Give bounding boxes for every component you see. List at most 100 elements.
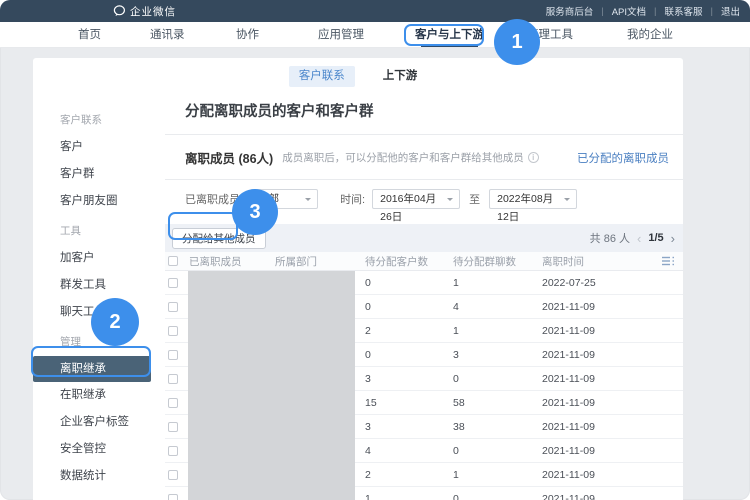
cell-pending-customers: 3 [365,421,453,433]
date-to-select[interactable]: 2022年08月12日 [489,189,577,209]
cell-pending-groups: 1 [453,325,542,337]
page-background: 客户联系 上下游 客户联系客户客户群客户朋友圈工具加客户群发工具聊天工具管理离职… [0,48,750,500]
to-label: 至 [469,191,480,207]
top-link-2[interactable]: 联系客服 [665,4,703,18]
wework-logo: 企业微信 [113,4,176,19]
date-from-select[interactable]: 2016年04月26日 [372,189,460,209]
cell-pending-customers: 15 [365,397,453,409]
pagination: 共 86 人 ‹ 1/5 › [590,230,675,246]
cell-pending-groups: 4 [453,301,542,313]
nav-item-contacts[interactable]: 通讯录 [150,22,185,48]
row-checkbox[interactable] [168,494,178,500]
sidebar-item-data-statistics[interactable]: 数据统计 [33,463,165,490]
nav-item-collaboration[interactable]: 协作 [236,22,259,48]
sidebar-item-group-send-tools[interactable]: 群发工具 [33,272,165,299]
sidebar-item-customer-moments[interactable]: 客户朋友圈 [33,188,165,215]
cell-pending-customers: 0 [365,301,453,313]
col-member: 已离职成员 [189,254,275,269]
row-checkbox[interactable] [168,302,178,312]
section-title: 离职成员 (86人) [185,148,273,167]
sidebar-section-header: 客户联系 [33,107,165,134]
section-description: 成员离职后，可以分配他的客户和客户群给其他成员 [282,150,524,165]
info-icon[interactable]: i [528,152,539,163]
sidebar-section-header: 工具 [33,218,165,245]
tab-upstream-downstream[interactable]: 上下游 [373,66,428,87]
top-links: 服务商后台 | API文档 | 联系客服 | 退出 [546,4,740,18]
sidebar-item-on-job-inheritance[interactable]: 在职继承 [33,382,165,409]
cell-leave-date: 2021-11-09 [542,469,662,481]
cell-pending-customers: 4 [365,445,453,457]
tab-customer-contact[interactable]: 客户联系 [289,66,355,87]
nav-item-app-management[interactable]: 应用管理 [318,22,364,48]
main-content: 分配离职成员的客户和客户群 离职成员 (86人) 成员离职后，可以分配他的客户和… [165,90,683,500]
col-pending-customers: 待分配客户数 [365,254,453,269]
cell-leave-date: 2021-11-09 [542,445,662,457]
row-checkbox[interactable] [168,398,178,408]
cell-pending-customers: 0 [365,277,453,289]
cell-pending-groups: 38 [453,421,542,433]
cell-leave-date: 2021-11-09 [542,421,662,433]
row-checkbox[interactable] [168,470,178,480]
cell-leave-date: 2021-11-09 [542,349,662,361]
chat-bubble-icon [113,5,126,17]
cell-pending-groups: 1 [453,277,542,289]
total-count: 共 86 人 [590,230,630,246]
primary-nav: 首页通讯录协作应用管理客户与上下游管理工具我的企业 [0,22,750,48]
cell-pending-groups: 1 [453,469,542,481]
assigned-members-link[interactable]: 已分配的离职成员 [577,150,669,166]
separator: | [601,6,603,17]
cell-leave-date: 2021-11-09 [542,325,662,337]
prev-page-icon[interactable]: ‹ [637,232,641,245]
cell-leave-date: 2021-11-09 [542,373,662,385]
nav-item-customers-updown[interactable]: 客户与上下游 [415,22,484,48]
sidebar: 客户联系客户客户群客户朋友圈工具加客户群发工具聊天工具管理离职继承在职继承企业客… [33,90,165,500]
select-all-checkbox[interactable] [168,256,178,266]
next-page-icon[interactable]: › [671,232,675,245]
row-checkbox[interactable] [168,374,178,384]
redacted-area [188,271,355,500]
cell-pending-groups: 0 [453,373,542,385]
sidebar-item-corp-customer-tags[interactable]: 企业客户标签 [33,409,165,436]
cell-pending-customers: 0 [365,349,453,361]
table-header-row: 已离职成员 所属部门 待分配客户数 待分配群聊数 离职时间 [165,252,683,271]
sidebar-item-resign-inheritance[interactable]: 离职继承 [33,356,151,382]
top-link-0[interactable]: 服务商后台 [546,4,594,18]
column-settings-icon[interactable] [662,256,674,266]
top-link-1[interactable]: API文档 [612,4,646,18]
row-checkbox[interactable] [168,350,178,360]
row-checkbox[interactable] [168,278,178,288]
cell-pending-customers: 2 [365,469,453,481]
brand-name: 企业微信 [130,4,176,19]
content-card: 客户联系 上下游 客户联系客户客户群客户朋友圈工具加客户群发工具聊天工具管理离职… [33,58,683,500]
top-link-3[interactable]: 退出 [721,4,740,18]
cell-leave-date: 2021-11-09 [542,397,662,409]
sidebar-item-customer-groups[interactable]: 客户群 [33,161,165,188]
col-leave-date: 离职时间 [542,254,662,269]
col-pending-groups: 待分配群聊数 [453,254,542,269]
wework-admin-window: 企业微信 服务商后台 | API文档 | 联系客服 | 退出 首页 通讯录 协作 应用管理 客户与上… [0,0,750,500]
col-department: 所属部门 [275,254,365,269]
separator: | [711,6,713,17]
cell-pending-groups: 0 [453,445,542,457]
cell-leave-date: 2021-11-09 [542,301,662,313]
sidebar-item-security-control[interactable]: 安全管控 [33,436,165,463]
cell-pending-groups: 3 [453,349,542,361]
row-checkbox[interactable] [168,422,178,432]
cell-leave-date: 2021-11-09 [542,493,662,500]
page-title: 分配离职成员的客户和客户群 [185,100,669,121]
sidebar-item-customers[interactable]: 客户 [33,134,165,161]
cell-pending-customers: 2 [365,325,453,337]
annotation-step-2: 2 [91,298,139,346]
row-checkbox[interactable] [168,446,178,456]
members-table: 已离职成员 所属部门 待分配客户数 待分配群聊数 离职时间 [165,252,683,500]
sidebar-item-add-customer[interactable]: 加客户 [33,245,165,272]
nav-item-my-company[interactable]: 我的企业 [627,22,673,48]
cell-pending-customers: 1 [365,493,453,500]
row-checkbox[interactable] [168,326,178,336]
separator: | [654,6,656,17]
cell-pending-groups: 58 [453,397,542,409]
time-filter-label: 时间: [340,191,365,207]
annotation-step-3: 3 [232,189,278,235]
nav-item-home[interactable]: 首页 [78,22,101,48]
page-indicator: 1/5 [648,232,663,244]
